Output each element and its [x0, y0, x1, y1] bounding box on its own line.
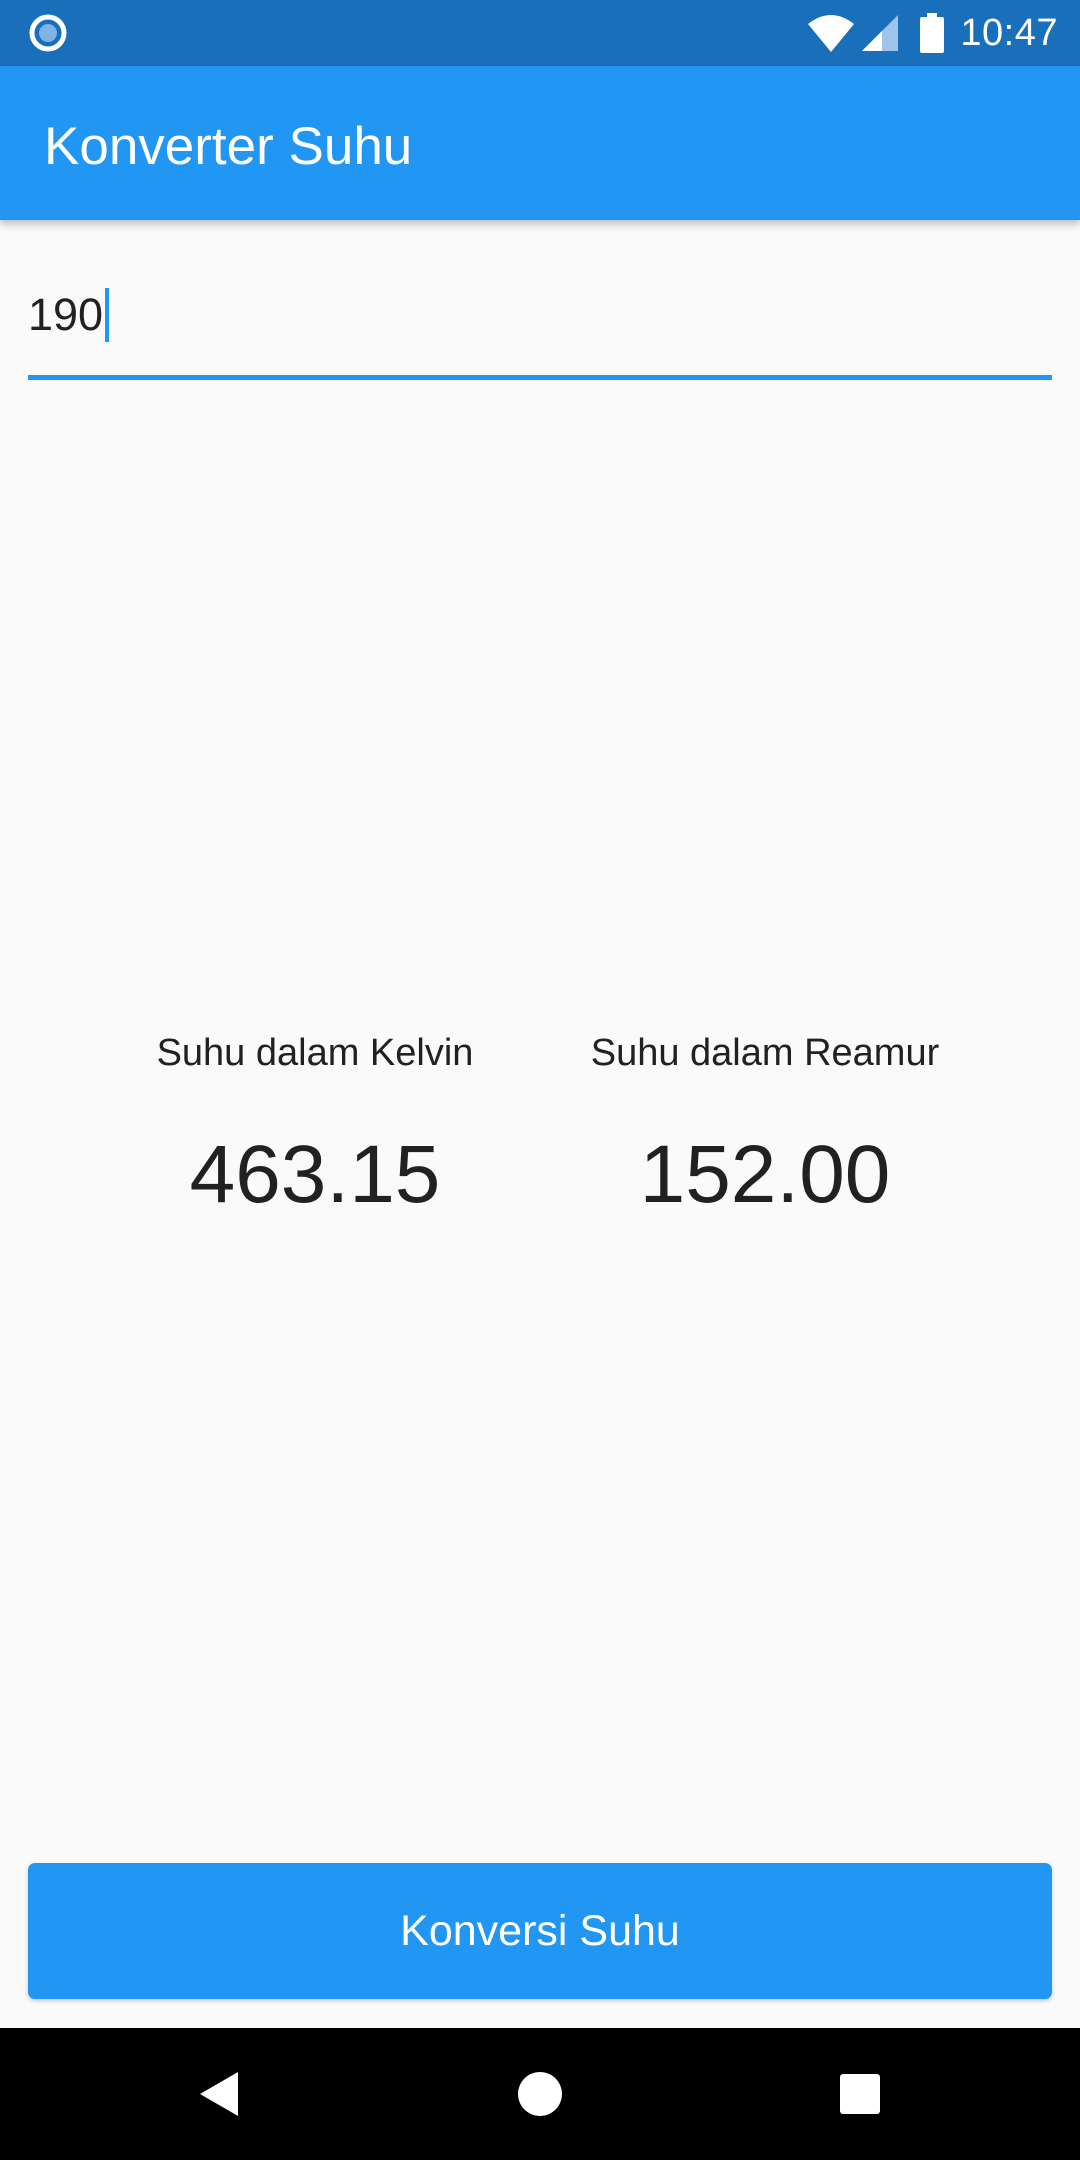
convert-button[interactable]: Konversi Suhu — [28, 1863, 1052, 1999]
back-button[interactable] — [180, 2054, 260, 2134]
home-button[interactable] — [500, 2054, 580, 2134]
results-section: Suhu dalam Kelvin 463.15 Suhu dalam Ream… — [0, 1025, 1080, 1223]
text-caret — [105, 288, 110, 342]
reamur-result: Suhu dalam Reamur 152.00 — [540, 1025, 990, 1223]
status-icons: 10:47 — [808, 0, 1058, 66]
reamur-value: 152.00 — [639, 1129, 891, 1220]
recents-button[interactable] — [820, 2054, 900, 2134]
back-icon — [200, 2072, 238, 2116]
kelvin-result: Suhu dalam Kelvin 463.15 — [90, 1025, 540, 1223]
kelvin-label: Suhu dalam Kelvin — [156, 1032, 474, 1074]
input-value-wrapper[interactable]: 190 — [28, 288, 110, 342]
battery-icon — [920, 13, 945, 53]
app-title: Konverter Suhu — [44, 117, 413, 176]
convert-button-label: Konversi Suhu — [400, 1906, 680, 1955]
home-icon — [518, 2072, 562, 2116]
recents-icon — [840, 2074, 880, 2114]
navigation-bar — [0, 2028, 1080, 2160]
kelvin-value: 463.15 — [189, 1129, 441, 1220]
reamur-label: Suhu dalam Reamur — [590, 1032, 940, 1074]
app-notification-icon — [29, 14, 67, 52]
app-bar: Konverter Suhu — [0, 66, 1080, 220]
signal-icon — [862, 15, 899, 51]
wifi-icon — [808, 15, 855, 52]
temperature-input[interactable]: 190 — [28, 270, 1052, 380]
input-value[interactable]: 190 — [28, 289, 103, 341]
status-time: 10:47 — [960, 11, 1058, 54]
status-bar: 10:47 — [0, 0, 1080, 66]
